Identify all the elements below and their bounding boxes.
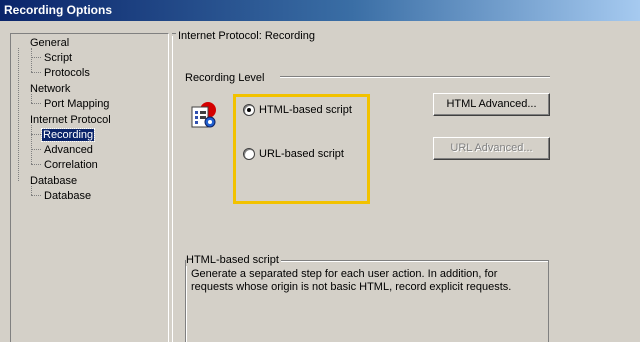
- html-based-option[interactable]: HTML-based script: [243, 104, 352, 116]
- tree-item-port-mapping[interactable]: Port Mapping: [44, 98, 109, 111]
- section-title: Internet Protocol: Recording: [178, 30, 315, 42]
- tree-connector-ip: [31, 125, 32, 164]
- tree-connector: [31, 103, 41, 104]
- tree-item-recording[interactable]: Recording: [40, 128, 96, 142]
- tree-item-database-child[interactable]: Database: [44, 190, 91, 203]
- url-based-option[interactable]: URL-based script: [243, 148, 344, 160]
- url-based-label: URL-based script: [259, 148, 344, 160]
- tree-connector-main: [18, 48, 19, 181]
- recording-level-label: Recording Level: [185, 72, 265, 84]
- html-based-label: HTML-based script: [259, 104, 352, 116]
- tree-connector: [31, 134, 41, 135]
- description-title: HTML-based script: [186, 254, 281, 266]
- section-border-top: [172, 33, 176, 34]
- recording-level-options: HTML-based script URL-based script: [233, 94, 370, 204]
- url-based-radio[interactable]: [243, 148, 255, 160]
- tree-item-general[interactable]: General: [30, 37, 69, 50]
- tree-item-database[interactable]: Database: [30, 175, 77, 188]
- description-group: HTML-based script Generate a separated s…: [185, 254, 549, 342]
- html-advanced-button[interactable]: HTML Advanced...: [433, 93, 550, 116]
- tree-connector: [31, 72, 41, 73]
- tree-connector: [31, 57, 41, 58]
- tree-item-internet-protocol[interactable]: Internet Protocol: [30, 114, 111, 127]
- section-border: [172, 36, 173, 342]
- options-tree[interactable]: General Script Protocols Network Port Ma…: [10, 33, 169, 342]
- tree-connector-general: [31, 48, 32, 72]
- tree-item-protocols[interactable]: Protocols: [44, 67, 90, 80]
- recording-level-divider: [280, 76, 550, 78]
- description-text: Generate a separated step for each user …: [191, 268, 512, 293]
- tree-item-correlation[interactable]: Correlation: [44, 159, 98, 172]
- recording-level-icon: [191, 102, 216, 128]
- html-based-radio[interactable]: [243, 104, 255, 116]
- tree-item-network[interactable]: Network: [30, 83, 70, 96]
- url-advanced-button[interactable]: URL Advanced...: [433, 137, 550, 160]
- window-title: Recording Options: [0, 0, 640, 21]
- tree-connector: [31, 164, 41, 165]
- tree-item-advanced[interactable]: Advanced: [44, 144, 93, 157]
- tree-item-script[interactable]: Script: [44, 52, 72, 65]
- tree-connector: [31, 149, 41, 150]
- settings-page: Internet Protocol: Recording Recording L…: [172, 28, 640, 342]
- tree-connector: [31, 195, 41, 196]
